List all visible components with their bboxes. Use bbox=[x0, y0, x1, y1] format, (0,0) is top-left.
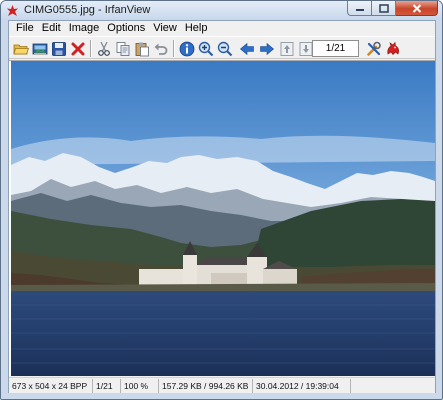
info-icon bbox=[179, 41, 195, 56]
window-controls bbox=[347, 1, 438, 18]
photo-image bbox=[11, 61, 435, 376]
status-bar: 673 x 504 x 24 BPP 1/21 100 % 157.29 KB … bbox=[9, 377, 435, 393]
copy-button[interactable] bbox=[114, 40, 132, 57]
irfanview-logo-button[interactable] bbox=[384, 40, 402, 57]
info-button[interactable] bbox=[178, 40, 196, 57]
undo-button[interactable] bbox=[152, 40, 170, 57]
status-datetime: 30.04.2012 / 19:39:04 bbox=[253, 378, 351, 393]
toolbar-separator bbox=[173, 40, 175, 57]
slideshow-icon bbox=[32, 43, 48, 54]
cut-button[interactable] bbox=[95, 40, 113, 57]
client-area: File Edit Image Options View Help 1/21 6… bbox=[8, 20, 436, 393]
toolbar: 1/21 bbox=[9, 36, 435, 59]
irfanview-logo-icon bbox=[387, 41, 399, 55]
close-icon bbox=[412, 3, 421, 13]
menu-options[interactable]: Options bbox=[103, 21, 149, 36]
delete-icon bbox=[71, 42, 85, 55]
properties-button[interactable] bbox=[365, 40, 383, 57]
previous-button[interactable] bbox=[238, 40, 256, 57]
next-icon bbox=[260, 42, 274, 55]
zoom-out-icon bbox=[217, 41, 233, 56]
toolbar-separator bbox=[90, 40, 92, 57]
maximize-icon bbox=[378, 3, 389, 13]
app-window: CIMG0555.jpg - IrfanView File Edit Image… bbox=[0, 0, 443, 400]
minimize-button[interactable] bbox=[347, 1, 372, 16]
zoom-out-button[interactable] bbox=[216, 40, 234, 57]
first-page-button[interactable] bbox=[278, 40, 296, 57]
properties-icon bbox=[367, 41, 381, 56]
irfanview-app-icon[interactable] bbox=[6, 4, 19, 17]
status-file-size: 157.29 KB / 994.26 KB bbox=[159, 378, 253, 393]
maximize-button[interactable] bbox=[372, 1, 396, 16]
menu-edit[interactable]: Edit bbox=[38, 21, 65, 36]
menu-help[interactable]: Help bbox=[181, 21, 212, 36]
title-bar[interactable]: CIMG0555.jpg - IrfanView bbox=[1, 1, 442, 20]
zoom-in-icon bbox=[198, 41, 214, 56]
zoom-in-button[interactable] bbox=[197, 40, 215, 57]
first-page-icon bbox=[280, 41, 294, 56]
open-button[interactable] bbox=[12, 40, 30, 57]
status-dimensions: 673 x 504 x 24 BPP bbox=[9, 378, 93, 393]
save-icon bbox=[52, 41, 66, 56]
cut-icon bbox=[98, 41, 110, 56]
next-button[interactable] bbox=[258, 40, 276, 57]
paste-button[interactable] bbox=[133, 40, 151, 57]
window-title: CIMG0555.jpg - IrfanView bbox=[24, 4, 151, 16]
delete-button[interactable] bbox=[69, 40, 87, 57]
menu-image[interactable]: Image bbox=[65, 21, 104, 36]
open-icon bbox=[13, 44, 29, 54]
status-zoom: 100 % bbox=[121, 378, 159, 393]
paste-icon bbox=[135, 42, 149, 56]
page-indicator-field[interactable]: 1/21 bbox=[312, 40, 359, 57]
menu-view[interactable]: View bbox=[149, 21, 181, 36]
slideshow-button[interactable] bbox=[31, 40, 49, 57]
close-button[interactable] bbox=[396, 1, 438, 16]
menu-file[interactable]: File bbox=[12, 21, 38, 36]
minimize-icon bbox=[355, 9, 364, 11]
undo-icon bbox=[154, 43, 168, 55]
previous-icon bbox=[240, 42, 254, 55]
menu-bar: File Edit Image Options View Help bbox=[9, 21, 435, 36]
image-view[interactable] bbox=[9, 60, 435, 376]
status-index: 1/21 bbox=[93, 378, 121, 393]
save-button[interactable] bbox=[50, 40, 68, 57]
copy-icon bbox=[116, 41, 130, 56]
